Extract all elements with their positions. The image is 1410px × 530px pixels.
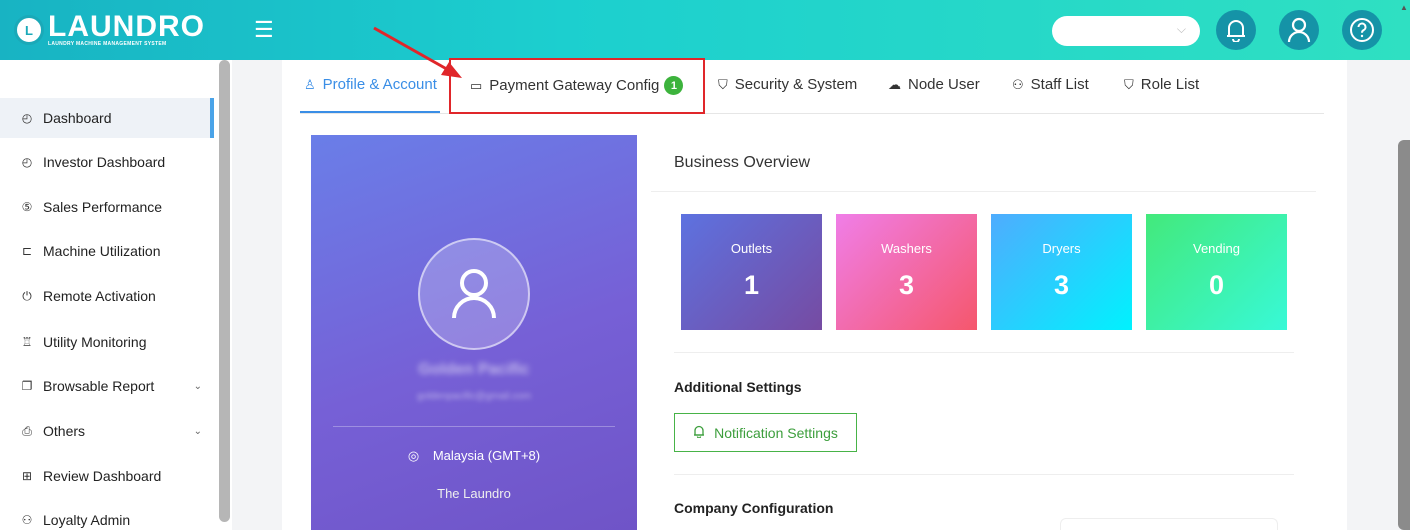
stat-card-dryers[interactable]: Dryers 3: [991, 214, 1132, 330]
user-icon: [452, 269, 496, 319]
report-icon: ❐: [21, 379, 33, 393]
profile-divider: [333, 426, 615, 427]
tab-staff-list[interactable]: ⚇ Staff List: [1012, 76, 1089, 93]
logo-subtitle: LAUNDRY MACHINE MANAGEMENT SYSTEM: [48, 41, 167, 47]
chevron-down-icon: ⌄: [193, 380, 202, 392]
stat-value: 0: [1208, 270, 1225, 300]
logo-word: LAUNDRO: [48, 10, 205, 43]
sidebar-item-label: Machine Utilization: [43, 243, 161, 259]
gauge-icon: ◴: [21, 111, 33, 125]
sidebar-item-label: Loyalty Admin: [43, 512, 131, 528]
sidebar-item-loyalty-admin[interactable]: ⚇ Loyalty Admin: [0, 500, 214, 530]
tab-label: Profile & Account: [322, 76, 437, 93]
hamburger-icon[interactable]: ☰: [254, 19, 274, 41]
loyalty-icon: ⚇: [21, 513, 33, 527]
sidebar-item-review-dashboard[interactable]: ⊞ Review Dashboard: [0, 456, 214, 496]
stat-card-vending[interactable]: Vending 0: [1146, 214, 1287, 330]
sidebar-scrollbar[interactable]: [219, 60, 230, 522]
stat-label: Washers: [881, 241, 932, 256]
profile-card: Golden Pacific goldenpacific@gmail.com ◎…: [311, 135, 637, 530]
sidebar-item-label: Investor Dashboard: [43, 154, 166, 170]
app-logo[interactable]: L LAUNDRO LAUNDRY MACHINE MANAGEMENT SYS…: [14, 8, 214, 52]
shield-icon: ⛉: [718, 76, 728, 92]
stat-label: Dryers: [1042, 241, 1081, 256]
tab-profile-account[interactable]: ♙ Profile & Account: [304, 76, 437, 93]
stat-value: 3: [898, 270, 915, 300]
utility-icon: ♖: [21, 335, 33, 349]
tab-node-user[interactable]: ☁ Node User: [888, 76, 980, 93]
button-label: Notification Settings: [714, 424, 838, 441]
shield-check-icon: ⛉: [1124, 76, 1134, 92]
chevron-down-icon: ⌵: [1176, 22, 1186, 36]
review-icon: ⊞: [21, 469, 33, 483]
divider: [674, 474, 1294, 475]
sidebar-item-label: Others: [43, 423, 86, 439]
sidebar-item-others[interactable]: ⎙ Others ⌄: [0, 411, 214, 451]
stat-label: Outlets: [730, 241, 773, 256]
notification-settings-button[interactable]: Notification Settings: [674, 413, 857, 452]
sidebar-item-sales-performance[interactable]: ⑤ Sales Performance: [0, 187, 214, 227]
partial-panel: [1060, 518, 1278, 530]
sidebar-item-label: Remote Activation: [43, 288, 156, 304]
profile-location: ◎ Malaysia (GMT+8): [407, 448, 541, 463]
stat-value: 1: [743, 270, 760, 300]
company-configuration-title: Company Configuration: [674, 500, 834, 516]
sidebar-item-label: Review Dashboard: [43, 468, 162, 484]
bell-icon[interactable]: [1216, 10, 1256, 50]
header-select[interactable]: ⌵: [1052, 16, 1200, 46]
sidebar-item-browsable-report[interactable]: ❐ Browsable Report ⌄: [0, 366, 214, 406]
tab-security-system[interactable]: ⛉ Security & System: [718, 76, 857, 93]
cloud-icon: ☁: [888, 76, 901, 92]
sidebar-item-label: Dashboard: [43, 110, 112, 126]
tab-label: Role List: [1140, 76, 1200, 93]
annotation-highlight-box: [449, 58, 705, 114]
business-overview-title: Business Overview: [674, 154, 811, 171]
sidebar-item-machine-utilization[interactable]: ⊏ Machine Utilization: [0, 231, 214, 271]
top-header: L LAUNDRO LAUNDRY MACHINE MANAGEMENT SYS…: [0, 0, 1410, 60]
logo-mark: L: [14, 15, 44, 45]
sidebar-item-label: Sales Performance: [43, 199, 163, 215]
sidebar-item-label: Browsable Report: [43, 378, 155, 394]
tab-label: Staff List: [1030, 76, 1089, 93]
user-icon: ♙: [304, 76, 316, 92]
user-icon[interactable]: [1279, 10, 1319, 50]
chevron-down-icon: ⌄: [193, 425, 202, 437]
sidebar-item-utility-monitoring[interactable]: ♖ Utility Monitoring: [0, 322, 214, 362]
page-scrollbar[interactable]: [1398, 140, 1410, 530]
staff-icon: ⚇: [1012, 76, 1024, 92]
profile-company: The Laundro: [437, 486, 511, 501]
active-tab-indicator: [300, 111, 440, 113]
tab-label: Node User: [908, 76, 980, 93]
gauge-icon: ◴: [21, 155, 33, 169]
sidebar-item-investor-dashboard[interactable]: ◴ Investor Dashboard: [0, 142, 214, 182]
stat-label: Vending: [1193, 241, 1240, 256]
bell-icon: [693, 425, 705, 441]
additional-settings-title: Additional Settings: [674, 379, 802, 395]
sidebar-item-dashboard[interactable]: ◴ Dashboard: [0, 98, 214, 138]
tab-label: Security & System: [734, 76, 858, 93]
sidebar: ◴ Dashboard ◴ Investor Dashboard ⑤ Sales…: [0, 60, 232, 530]
divider: [674, 352, 1294, 353]
power-icon: ⏻: [22, 288, 32, 303]
sidebar-item-remote-activation[interactable]: ⏻ Remote Activation: [0, 276, 214, 316]
profile-name: Golden Pacific: [418, 361, 530, 378]
dollar-icon: ⑤: [21, 200, 33, 214]
stat-card-outlets[interactable]: Outlets 1: [681, 214, 822, 330]
folder-icon: ⎙: [22, 423, 32, 438]
machine-icon: ⊏: [21, 244, 33, 258]
stat-value: 3: [1053, 270, 1070, 300]
tab-role-list[interactable]: ⛉ Role List: [1124, 76, 1199, 93]
avatar[interactable]: [418, 238, 530, 350]
location-pin-icon: ◎: [407, 448, 420, 463]
stat-card-washers[interactable]: Washers 3: [836, 214, 977, 330]
scroll-up-icon[interactable]: ▲: [1400, 3, 1408, 12]
help-icon[interactable]: [1342, 10, 1382, 50]
divider: [651, 191, 1316, 192]
profile-email: goldenpacific@gmail.com: [416, 391, 532, 402]
sidebar-item-label: Utility Monitoring: [43, 334, 147, 350]
